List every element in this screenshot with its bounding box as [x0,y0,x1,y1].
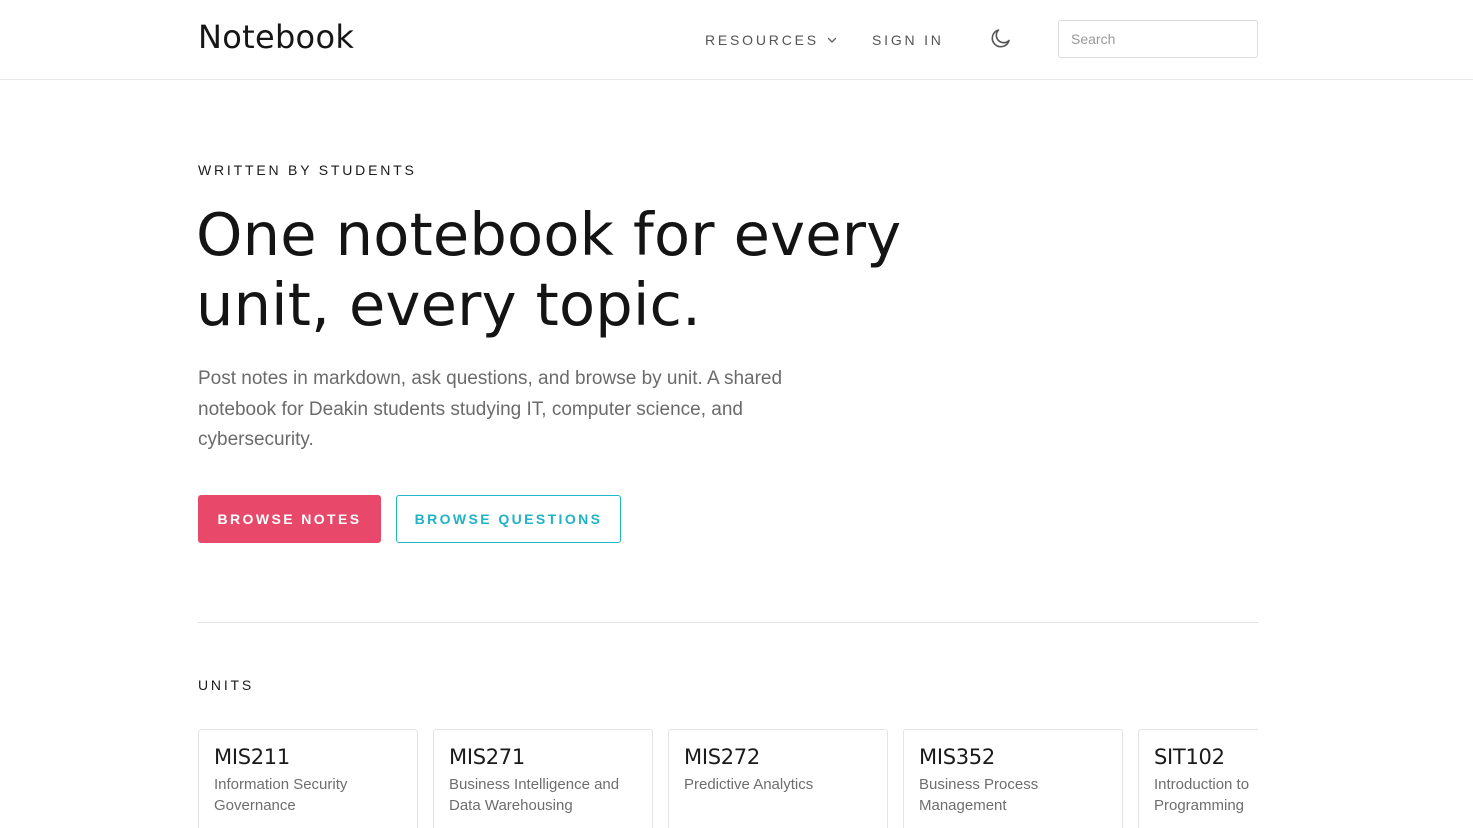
unit-card-mis352[interactable]: MIS352 Business Process Management [903,729,1123,828]
browse-questions-button[interactable]: BROWSE QUESTIONS [396,495,621,543]
unit-name: Business Intelligence and Data Warehousi… [449,776,620,814]
section-divider [198,622,1258,623]
brand-logo-link[interactable]: Notebook [198,18,354,56]
unit-code: MIS272 [684,745,760,769]
site-header: Notebook RESOURCES SIGN IN [0,0,1473,80]
unit-name: Business Process Management [919,776,1039,814]
unit-code: MIS211 [214,745,290,769]
nav-resources-wrapper: RESOURCES [705,0,839,80]
unit-name: Predictive Analytics [684,776,814,793]
hero-title: One notebook for every unit, every topic… [196,200,956,340]
unit-code: SIT102 [1154,745,1225,769]
search-input[interactable] [1058,20,1258,58]
browse-notes-button[interactable]: BROWSE NOTES [198,495,381,543]
theme-toggle-button[interactable] [988,27,1014,53]
nav-signin-wrapper: SIGN IN [872,0,944,80]
unit-code: MIS352 [919,745,995,769]
hero-title-line-1: One notebook for every [196,200,902,269]
unit-name: Information Security Governance [214,776,348,814]
unit-card-mis271[interactable]: MIS271 Business Intelligence and Data Wa… [433,729,653,828]
unit-name: Introduction to Programming [1154,776,1250,814]
chevron-down-icon [825,33,839,47]
unit-card-mis211[interactable]: MIS211 Information Security Governance [198,729,418,828]
nav-resources-dropdown[interactable]: RESOURCES [705,32,839,48]
unit-card-sit102[interactable]: SIT102 Introduction to Programming [1138,729,1258,828]
hero-title-line-2: unit, every topic. [196,270,702,339]
unit-card-mis272[interactable]: MIS272 Predictive Analytics [668,729,888,828]
sign-in-link[interactable]: SIGN IN [872,32,944,48]
moon-icon [989,26,1013,55]
hero-subtitle: Post notes in markdown, ask questions, a… [198,368,783,450]
nav-resources-label: RESOURCES [705,32,819,48]
unit-code: MIS271 [449,745,525,769]
units-list: MIS211 Information Security Governance M… [198,729,1258,828]
hero-eyebrow: WRITTEN BY STUDENTS [198,162,417,178]
units-heading: UNITS [198,677,254,693]
